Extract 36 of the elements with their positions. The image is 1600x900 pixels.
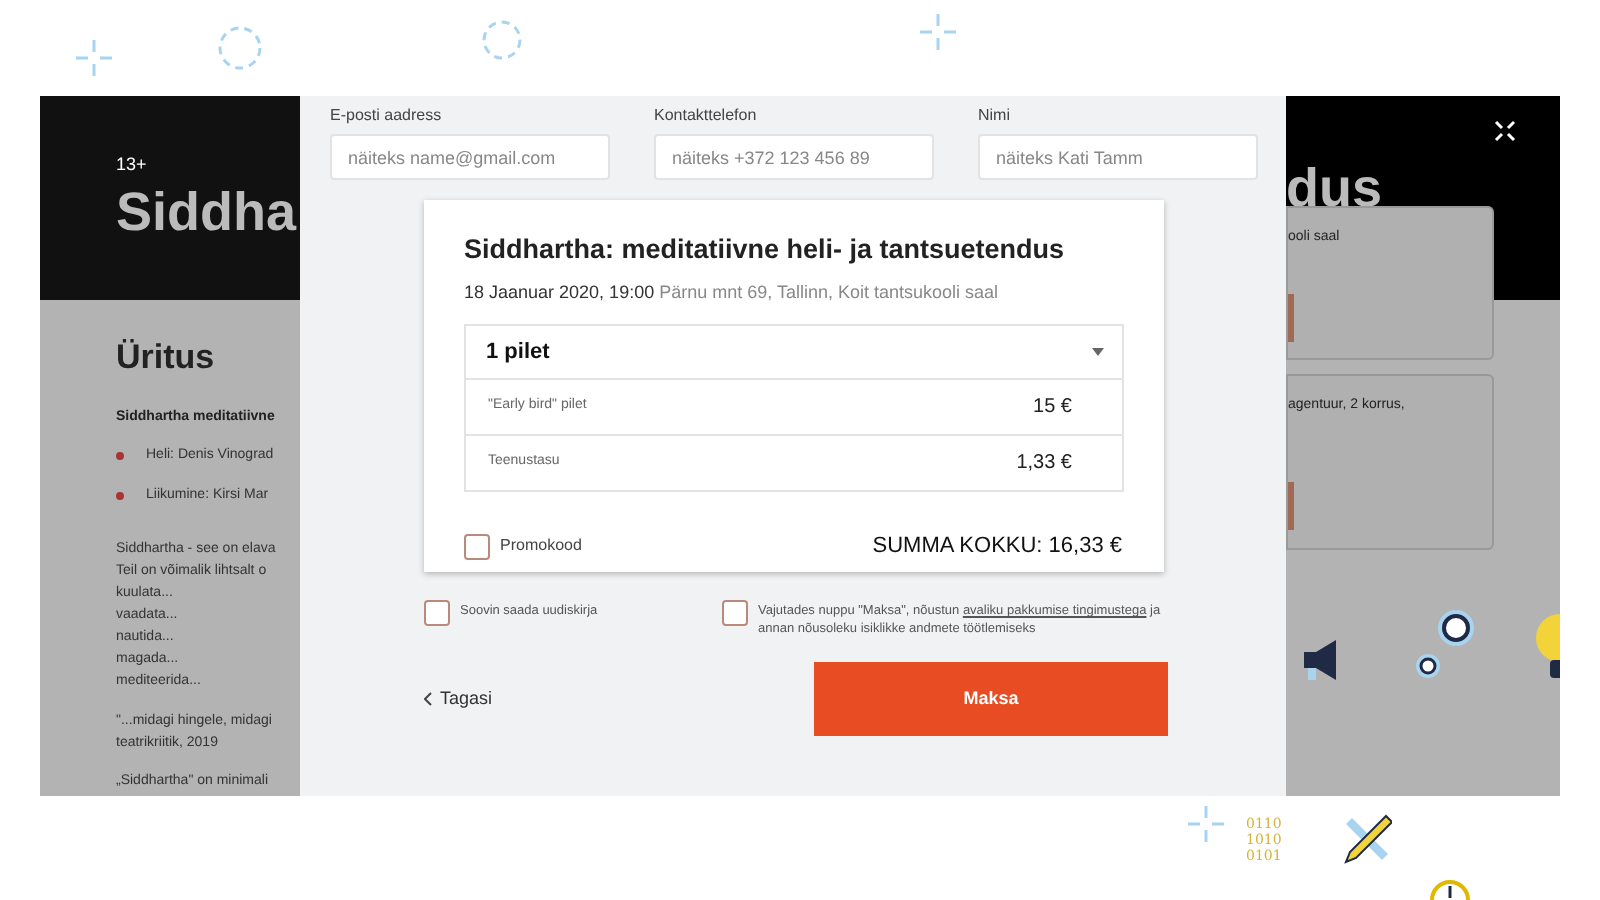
button-edge	[1288, 293, 1294, 341]
ticket-dropdown[interactable]: 1 pilet	[464, 323, 1124, 380]
checkbox[interactable]	[424, 600, 450, 626]
chevron-left-icon	[424, 692, 432, 706]
button-edge	[1288, 481, 1294, 529]
close-icon[interactable]	[1494, 120, 1516, 142]
sparkle-icon	[76, 40, 112, 76]
dashed-circle-icon	[216, 24, 264, 72]
caret-icon	[1092, 347, 1104, 356]
section-title: Üritus	[116, 336, 215, 380]
clock-icon	[1428, 876, 1472, 900]
back-link[interactable]: Tagasi	[424, 685, 493, 713]
bullet-icon	[116, 452, 124, 461]
field-label: Nimi	[978, 104, 1010, 128]
checkbox[interactable]	[464, 533, 490, 559]
event-title: Siddha	[116, 179, 297, 244]
age-rating: 13+	[116, 152, 147, 179]
pay-button[interactable]: Maksa	[814, 662, 1168, 736]
dashed-circle-icon	[480, 18, 524, 62]
event-details: 18 Jaanuar 2020, 19:00 Pärnu mnt 69, Tallinn, Koit tantsukooli saal	[464, 280, 999, 307]
checkbox[interactable]	[722, 600, 748, 626]
price-value: 15 €	[1033, 393, 1072, 422]
event-title: dus	[1286, 156, 1383, 220]
input-field[interactable]: näiteks Kati Tamm	[978, 134, 1258, 180]
sparkle-icon	[1188, 806, 1224, 842]
event-title: Siddhartha: meditatiivne heli- ja tantsuetendus	[464, 232, 1065, 268]
input-field[interactable]: näiteks name@gmail.com	[330, 134, 610, 180]
sparkle-icon	[920, 14, 956, 50]
price-value: 1,33 €	[1016, 449, 1072, 478]
field-label: E-posti aadress	[330, 104, 442, 128]
field-label: Kontakttelefon	[654, 104, 757, 128]
bullet-icon	[116, 491, 124, 500]
promo-label[interactable]: Promokood	[500, 534, 582, 558]
total-amount: SUMMA KOKKU: 16,33 €	[872, 531, 1124, 562]
input-field[interactable]: näiteks +372 123 456 89	[654, 134, 934, 180]
pencil-ruler-icon	[1340, 812, 1392, 864]
